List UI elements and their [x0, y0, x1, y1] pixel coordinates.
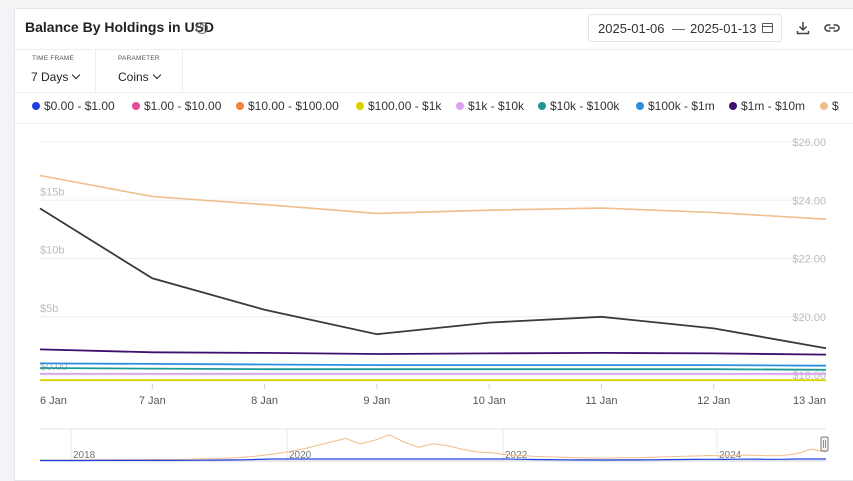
x-axis-tick: 8 Jan: [251, 395, 278, 407]
navigator-handle: [820, 436, 829, 452]
left-axis-tick: $10b: [40, 245, 64, 257]
right-axis-tick: $22.00: [792, 254, 826, 266]
line-chart: $18.00$20.00$22.00$24.00$26.00$0.00$5b$1…: [39, 137, 829, 462]
x-axis-tick: 6 Jan: [40, 395, 67, 407]
x-axis-tick: 9 Jan: [363, 395, 390, 407]
right-axis-tick: $24.00: [792, 195, 826, 207]
x-axis-tick: 11 Jan: [585, 395, 617, 407]
series-line: [39, 207, 827, 350]
navigator-year-label: 2018: [73, 450, 96, 461]
series-line: [39, 348, 827, 356]
x-axis-tick: 13 Jan: [793, 395, 826, 407]
left-axis-tick: $15b: [40, 186, 64, 198]
x-axis-tick: 12 Jan: [697, 395, 730, 407]
x-axis-tick: 7 Jan: [139, 395, 166, 407]
navigator-series: [40, 434, 827, 461]
right-axis-tick: $26.00: [792, 137, 826, 149]
series-line: [39, 174, 827, 220]
right-axis-tick: $20.00: [792, 312, 826, 324]
chart-card: Balance By Holdings in USD ? 2025-01-06 …: [14, 8, 853, 481]
series-line: [39, 367, 827, 371]
series-line: [39, 362, 827, 367]
left-axis-tick: $5b: [40, 303, 58, 315]
x-axis-tick: 10 Jan: [473, 395, 506, 407]
